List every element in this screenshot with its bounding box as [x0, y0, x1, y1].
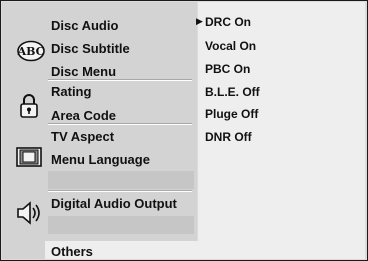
padlock-icon	[20, 94, 38, 118]
menu-item-disc-menu[interactable]: Disc Menu	[51, 65, 116, 78]
menu-item-rating[interactable]: Rating	[51, 85, 91, 98]
speaker-icon	[17, 201, 40, 225]
menu-item-disc-subtitle[interactable]: Disc Subtitle	[51, 42, 130, 55]
selection-cursor-icon: ▶	[196, 16, 203, 26]
menu-item-others[interactable]: Others	[51, 245, 93, 258]
setting-pbc[interactable]: PBC On	[205, 63, 250, 75]
icon-column-bottom	[2, 241, 45, 259]
menu-item-menu-language[interactable]: Menu Language	[51, 153, 150, 166]
empty-menu-slot	[48, 171, 194, 189]
menu-item-digital-audio-output[interactable]: Digital Audio Output	[51, 197, 177, 210]
group-divider	[48, 79, 192, 81]
setting-vocal[interactable]: Vocal On	[205, 40, 256, 52]
menu-item-tv-aspect[interactable]: TV Aspect	[51, 130, 114, 143]
empty-menu-slot	[48, 216, 194, 234]
menu-item-area-code[interactable]: Area Code	[51, 109, 116, 122]
tv-screen-icon	[16, 147, 42, 167]
group-divider	[48, 190, 192, 192]
abc-disc-icon: ABC	[17, 40, 45, 62]
svg-text:ABC: ABC	[17, 45, 45, 58]
menu-item-disc-audio[interactable]: Disc Audio	[51, 19, 118, 32]
setting-drc[interactable]: DRC On	[205, 16, 251, 28]
group-divider	[48, 123, 192, 125]
setting-ble[interactable]: B.L.E. Off	[205, 86, 260, 98]
setting-dnr[interactable]: DNR Off	[205, 131, 252, 143]
setting-pluge[interactable]: Pluge Off	[205, 108, 258, 120]
